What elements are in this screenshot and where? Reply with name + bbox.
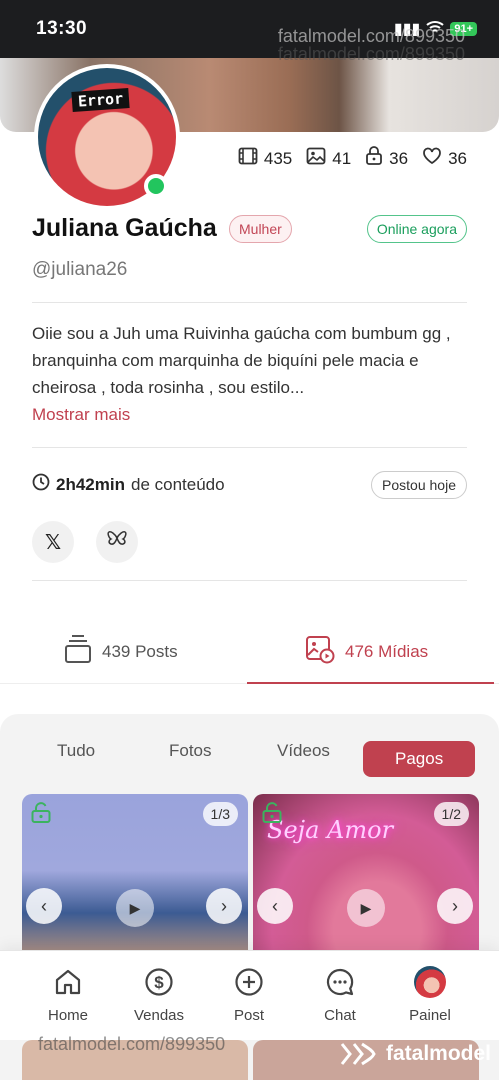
nav-panel-label: Painel [409, 1007, 451, 1024]
tab-media[interactable]: 476 Mídias [305, 634, 428, 669]
brand-name: fatalmodel [385, 1042, 491, 1065]
media-icon [305, 634, 335, 669]
posted-today-badge: Postou hoje [371, 471, 467, 499]
show-more-link[interactable]: Mostrar mais [32, 405, 130, 425]
media-count-badge: 1/3 [202, 802, 238, 826]
home-icon [23, 965, 113, 999]
content-tabs: 439 Posts 476 Mídias [0, 620, 499, 684]
tab-posts-label: 439 Posts [102, 641, 178, 661]
media-count-badge: 1/2 [433, 802, 469, 826]
content-duration-value: 2h42min [56, 474, 125, 494]
stat-locked-value: 36 [389, 148, 409, 168]
neon-sign-text: Seja Amor [267, 816, 394, 844]
bottom-navigation: Home $ Vendas Post Chat Painel [0, 950, 499, 1040]
bluesky-social-button[interactable] [96, 521, 138, 563]
filter-photos[interactable]: Fotos [169, 741, 212, 761]
gender-badge: Mulher [229, 215, 292, 243]
nav-home-label: Home [47, 1007, 88, 1024]
stat-photos-value: 41 [332, 148, 352, 168]
play-icon[interactable]: ▶ [347, 889, 385, 927]
stack-icon [64, 634, 92, 669]
profile-bio: Oiie sou a Juh uma Ruivinha gaúcha com b… [32, 324, 451, 397]
clock-icon [32, 473, 50, 496]
film-icon [238, 147, 258, 170]
nav-chat[interactable]: Chat [295, 965, 385, 1024]
filter-videos[interactable]: Vídeos [277, 741, 330, 761]
online-status-dot [144, 174, 168, 198]
nav-chat-label: Chat [324, 1007, 356, 1024]
nav-post-label: Post [233, 1007, 264, 1024]
nav-post[interactable]: Post [204, 965, 294, 1024]
online-badge: Online agora [366, 215, 467, 243]
watermark: fatalmodel.com/899350 [277, 44, 465, 64]
chevron-left-icon[interactable]: ‹ [257, 888, 293, 924]
brand-logo: fatalmodel [338, 1040, 491, 1068]
chevron-left-icon[interactable]: ‹ [26, 888, 62, 924]
media-card[interactable]: Seja Amor 1/2 ‹ ▶ › [253, 794, 479, 964]
chat-icon [295, 965, 385, 999]
unlock-icon [261, 802, 283, 830]
nav-sales[interactable]: $ Vendas [114, 965, 204, 1024]
content-duration: 2h42min de conteúdo [32, 473, 225, 496]
play-icon[interactable]: ▶ [116, 889, 154, 927]
nav-home[interactable]: Home [23, 965, 113, 1024]
nav-panel[interactable]: Painel [385, 965, 475, 1024]
x-icon: 𝕏 [44, 531, 62, 554]
dollar-icon: $ [114, 965, 204, 999]
tab-posts[interactable]: 439 Posts [64, 634, 178, 669]
x-social-button[interactable]: 𝕏 [32, 521, 74, 563]
stat-videos-value: 435 [263, 148, 293, 168]
nav-sales-label: Vendas [133, 1007, 185, 1024]
profile-name: Juliana Gaúcha [32, 214, 217, 242]
filter-all[interactable]: Tudo [57, 741, 95, 761]
lock-icon [365, 146, 383, 171]
stat-photos: 41 [306, 147, 351, 170]
divider [32, 580, 467, 581]
panel-avatar-wrap [385, 965, 475, 999]
active-tab-indicator [247, 682, 494, 684]
content-duration-suffix: de conteúdo [130, 474, 225, 494]
filter-paid[interactable]: Pagos [363, 741, 476, 777]
chevron-right-icon[interactable]: › [437, 888, 473, 924]
stat-likes: 36 [422, 147, 467, 170]
unlock-icon [30, 802, 52, 830]
profile-handle: @juliana26 [32, 259, 128, 280]
divider [32, 447, 467, 448]
svg-text:$: $ [154, 973, 164, 992]
avatar [414, 966, 446, 998]
stat-likes-value: 36 [448, 148, 467, 168]
stat-locked: 36 [365, 146, 408, 171]
stat-videos: 435 [238, 147, 292, 170]
watermark: fatalmodel.com/899350 [38, 1034, 226, 1054]
profile-stats: 435 41 36 36 [238, 146, 467, 171]
chevron-right-icon[interactable]: › [206, 888, 242, 924]
butterfly-icon [107, 530, 127, 554]
plus-icon [204, 965, 294, 999]
status-time: 13:30 [36, 18, 88, 39]
avatar-error-label: Error [71, 88, 130, 112]
tab-media-label: 476 Mídias [345, 641, 429, 661]
image-icon [306, 147, 326, 170]
divider [32, 302, 467, 303]
media-card[interactable]: 1/3 ‹ ▶ › [22, 794, 248, 964]
heart-icon [422, 147, 442, 170]
brand-mark-icon [340, 1042, 376, 1066]
